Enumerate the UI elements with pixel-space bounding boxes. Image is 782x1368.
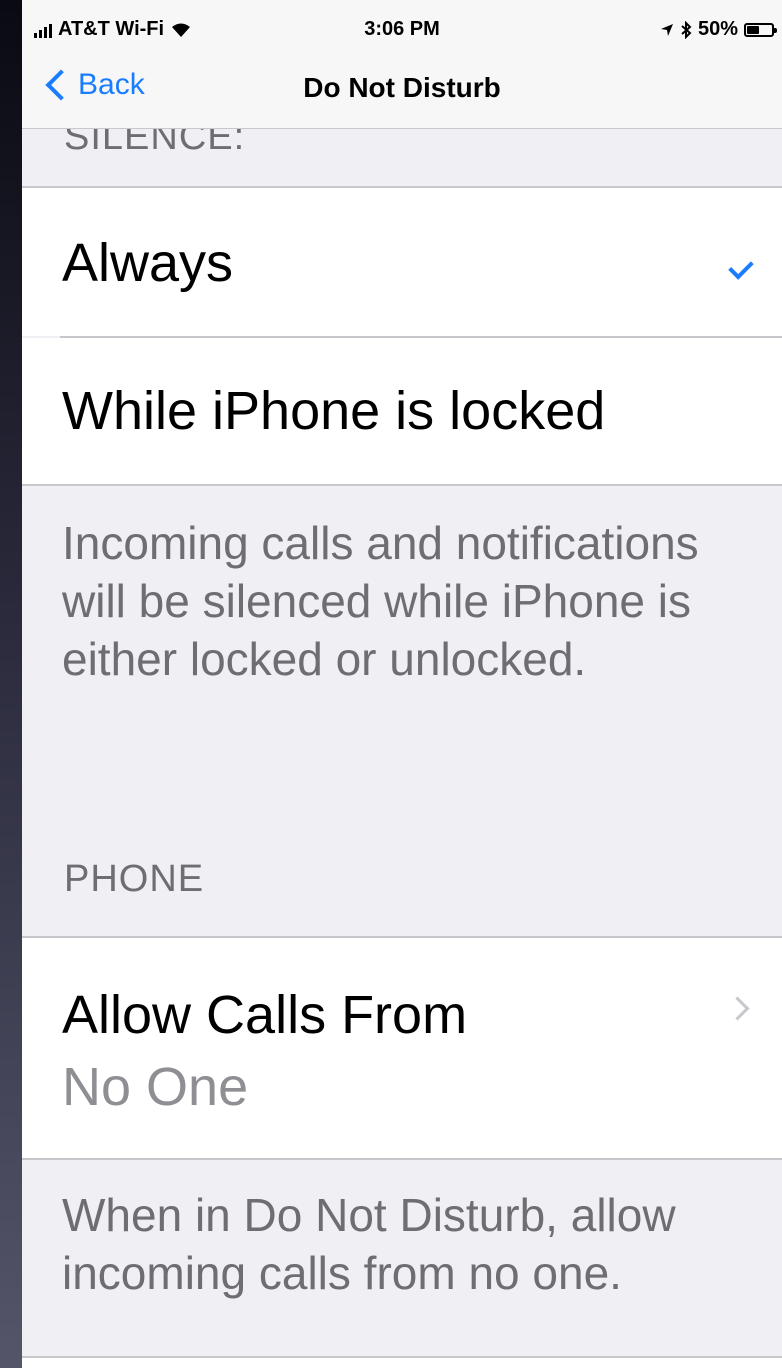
option-always-label: Always <box>62 233 234 293</box>
battery-icon <box>744 22 777 37</box>
divider <box>22 484 782 486</box>
option-while-locked[interactable]: While iPhone is locked <box>22 338 782 484</box>
page-title-overlay: Do Not Disturb <box>303 72 501 103</box>
status-bar: AT&T Wi-Fi 3:06 PM 50% <box>22 0 782 58</box>
allow-calls-value: No One <box>62 1057 249 1117</box>
option-while-locked-label: While iPhone is locked <box>62 381 606 441</box>
phone-section-header: PHONE <box>64 858 205 900</box>
allow-calls-from-row[interactable]: Allow Calls From No One <box>22 938 782 1158</box>
phone-footer: When in Do Not Disturb, allow incoming c… <box>62 1189 676 1299</box>
header-clip: SILENCE: <box>22 129 782 159</box>
silence-header-visible: SILENCE: <box>64 129 246 158</box>
battery-percent: 50% <box>697 18 738 40</box>
checkmark-icon <box>728 254 754 280</box>
divider <box>22 1158 782 1160</box>
allow-calls-title: Allow Calls From <box>62 985 468 1045</box>
silence-footer: Incoming calls and notifications will be… <box>62 517 699 685</box>
chevron-right-icon <box>725 996 750 1021</box>
battery-fill <box>747 25 759 34</box>
location-icon <box>660 23 673 36</box>
next-cell[interactable] <box>22 1358 782 1368</box>
status-right: 50% <box>660 18 777 41</box>
navigation-bar-overlay: Back Do Not Disturb <box>22 58 782 129</box>
bluetooth-icon <box>681 20 692 39</box>
phone-screen: AT&T Wi-Fi 3:06 PM 50% Back Do Not Distu… <box>22 0 782 1368</box>
option-always[interactable]: Always <box>22 188 782 336</box>
